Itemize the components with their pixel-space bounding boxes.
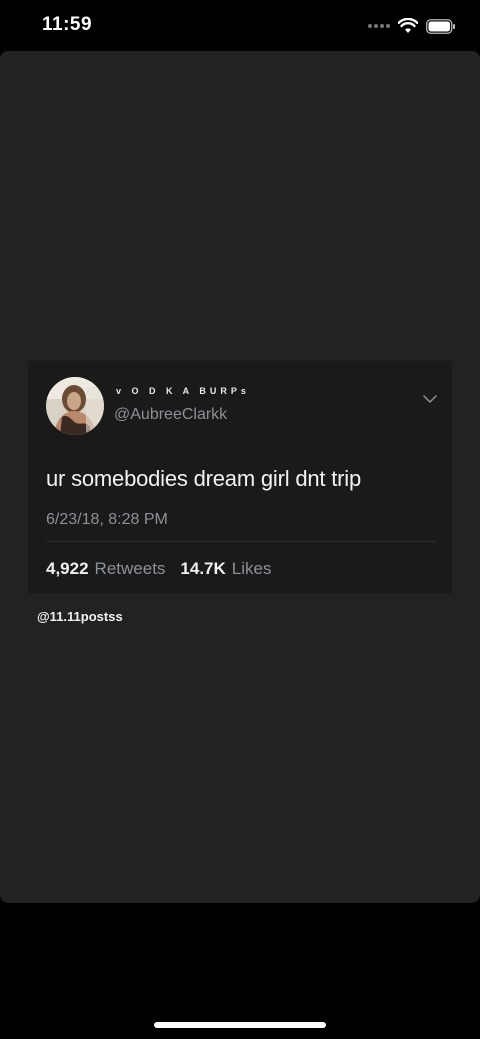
- battery-icon: [426, 18, 455, 34]
- tweet-date: 6/23/18, 8:28 PM: [46, 511, 168, 528]
- retweets-count[interactable]: 4,922: [46, 559, 89, 579]
- status-icons: [368, 16, 456, 36]
- status-time: 11:59: [42, 14, 93, 35]
- status-bar: 11:59: [0, 0, 480, 50]
- content-sheet: v O D K A BURPs @AubreeClarkk ur somebod…: [0, 51, 480, 903]
- likes-label[interactable]: Likes: [232, 559, 272, 579]
- avatar[interactable]: [46, 377, 104, 435]
- tweet-card: v O D K A BURPs @AubreeClarkk ur somebod…: [28, 361, 452, 593]
- tweet-display-name: v O D K A BURPs: [116, 386, 250, 396]
- likes-count[interactable]: 14.7K: [180, 559, 225, 579]
- tweet-handle[interactable]: @AubreeClarkk: [114, 406, 227, 424]
- tweet-text: ur somebodies dream girl dnt trip: [46, 466, 361, 491]
- retweets-label[interactable]: Retweets: [95, 559, 166, 579]
- wifi-icon: [398, 18, 418, 33]
- chevron-down-icon[interactable]: [422, 391, 438, 407]
- signal-icon: [368, 24, 390, 28]
- tweet-stats: 4,922 Retweets 14.7K Likes: [46, 559, 271, 579]
- home-indicator[interactable]: [154, 1022, 326, 1028]
- watermark-text: @11.11postss: [37, 609, 123, 624]
- tweet-divider: [46, 541, 436, 542]
